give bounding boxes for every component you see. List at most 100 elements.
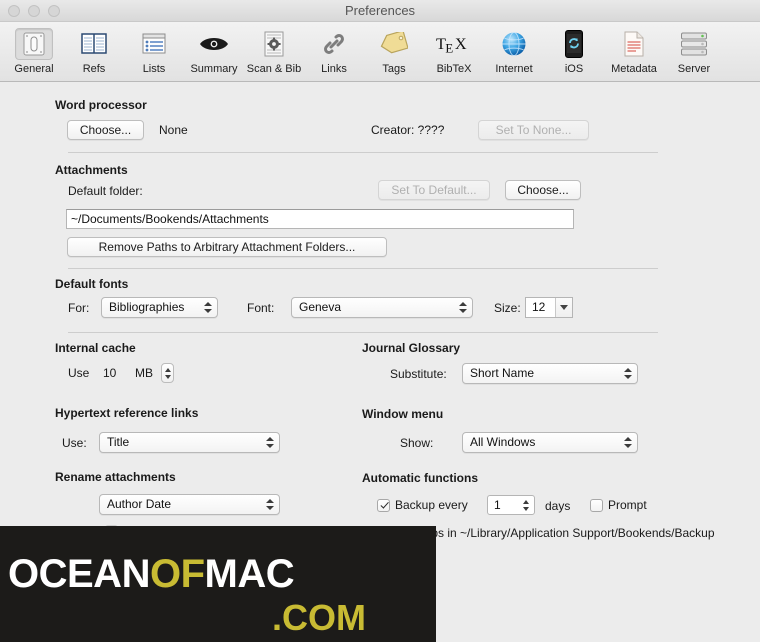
divider-attachments bbox=[68, 268, 658, 269]
attachments-choose-button[interactable]: Choose... bbox=[505, 180, 581, 200]
internal-cache-stepper[interactable] bbox=[161, 363, 174, 383]
section-heading-journal-glossary: Journal Glossary bbox=[362, 341, 461, 355]
word-processor-creator-label: Creator: ???? bbox=[371, 123, 445, 137]
section-heading-hypertext-reference-links: Hypertext reference links bbox=[55, 406, 199, 420]
toolbar-item-summary[interactable]: Summary bbox=[184, 26, 244, 75]
toolbar-label-ios: iOS bbox=[564, 63, 584, 75]
watermark-word-ocean: OCEAN bbox=[8, 552, 150, 596]
checkbox-box-icon bbox=[590, 498, 603, 512]
iphone-sync-icon bbox=[555, 28, 593, 60]
toolbar-label-server: Server bbox=[677, 63, 711, 75]
journal-glossary-substitute-value: Short Name bbox=[470, 366, 535, 380]
watermark-word-mac: MAC bbox=[204, 552, 295, 596]
journal-glossary-substitute-select[interactable]: Short Name bbox=[462, 363, 638, 384]
toolbar-label-bibtex: BibTeX bbox=[436, 63, 472, 75]
list-lines-icon bbox=[135, 28, 173, 60]
toolbar-item-ios[interactable]: iOS bbox=[544, 26, 604, 75]
toolbar-item-general[interactable]: General bbox=[4, 26, 64, 75]
svg-text:T: T bbox=[436, 34, 446, 53]
window-menu-show-label: Show: bbox=[400, 436, 434, 450]
rename-attachments-pattern-value: Author Date bbox=[107, 497, 172, 511]
word-processor-choose-button[interactable]: Choose... bbox=[67, 120, 144, 140]
default-fonts-size-combo[interactable]: 12 bbox=[525, 297, 573, 318]
divider-default-fonts bbox=[68, 332, 658, 333]
journal-glossary-substitute-label: Substitute: bbox=[390, 367, 447, 381]
chain-link-icon bbox=[315, 28, 353, 60]
chevron-down-icon[interactable] bbox=[555, 298, 572, 317]
default-fonts-size-label: Size: bbox=[494, 301, 521, 315]
rename-attachments-pattern-select[interactable]: Author Date bbox=[99, 494, 280, 515]
toolbar-item-scan-and-bib[interactable]: Scan & Bib bbox=[244, 26, 304, 75]
toolbar-label-lists: Lists bbox=[142, 63, 166, 75]
backup-prompt-checkbox[interactable]: Prompt bbox=[590, 498, 647, 512]
backup-prompt-label: Prompt bbox=[608, 498, 647, 512]
chevron-updown-icon bbox=[458, 298, 467, 317]
tag-icon bbox=[375, 28, 413, 60]
eye-icon bbox=[195, 28, 233, 60]
default-fonts-size-value: 12 bbox=[532, 300, 546, 314]
chevron-updown-icon bbox=[203, 298, 212, 317]
default-fonts-font-label: Font: bbox=[247, 301, 275, 315]
default-fonts-font-select[interactable]: Geneva bbox=[291, 297, 473, 318]
toolbar-label-refs: Refs bbox=[82, 63, 106, 75]
section-heading-word-processor: Word processor bbox=[55, 98, 147, 112]
checkbox-box-icon bbox=[377, 498, 390, 512]
chevron-updown-icon bbox=[623, 364, 632, 383]
open-book-icon bbox=[75, 28, 113, 60]
toolbar-item-metadata[interactable]: Metadata bbox=[604, 26, 664, 75]
window-menu-show-select[interactable]: All Windows bbox=[462, 432, 638, 453]
hypertext-links-use-value: Title bbox=[107, 435, 130, 449]
toolbar-item-internet[interactable]: Internet bbox=[484, 26, 544, 75]
window-menu-show-value: All Windows bbox=[470, 435, 536, 449]
chevron-updown-icon bbox=[623, 433, 632, 452]
hypertext-links-use-select[interactable]: Title bbox=[99, 432, 280, 453]
document-lines-icon bbox=[615, 28, 653, 60]
toolbar-item-bibtex[interactable]: T E X BibTeX bbox=[424, 26, 484, 75]
svg-text:X: X bbox=[455, 34, 467, 53]
attachments-remove-paths-button[interactable]: Remove Paths to Arbitrary Attachment Fol… bbox=[67, 237, 387, 257]
chevron-updown-icon bbox=[265, 433, 274, 452]
toolbar-label-internet: Internet bbox=[495, 63, 533, 75]
section-heading-automatic-functions: Automatic functions bbox=[362, 471, 478, 485]
server-stack-icon bbox=[675, 28, 713, 60]
hypertext-links-use-label: Use: bbox=[62, 436, 87, 450]
toolbar-item-tags[interactable]: Tags bbox=[364, 26, 424, 75]
word-processor-current-value: None bbox=[159, 123, 188, 137]
default-fonts-for-value: Bibliographies bbox=[109, 300, 185, 314]
backup-days-unit-label: days bbox=[545, 499, 571, 513]
attachments-folder-path-input[interactable]: ~/Documents/Bookends/Attachments bbox=[66, 209, 574, 229]
section-heading-rename-attachments: Rename attachments bbox=[55, 470, 176, 484]
toolbar-label-tags: Tags bbox=[382, 63, 406, 75]
toolbar-item-lists[interactable]: Lists bbox=[124, 26, 184, 75]
backup-every-checkbox[interactable]: Backup every bbox=[377, 498, 468, 512]
toolbar-label-metadata: Metadata bbox=[611, 63, 657, 75]
window-titlebar: Preferences bbox=[0, 0, 760, 22]
toolbar-item-links[interactable]: Links bbox=[304, 26, 364, 75]
section-heading-default-fonts: Default fonts bbox=[55, 277, 129, 291]
document-gear-icon bbox=[255, 28, 293, 60]
watermark-word-of: OF bbox=[149, 552, 205, 596]
word-processor-set-to-none-button[interactable]: Set To None... bbox=[478, 120, 589, 140]
backup-days-input[interactable]: 1 bbox=[487, 495, 535, 515]
internal-cache-unit-label: MB bbox=[135, 366, 153, 380]
default-fonts-for-label: For: bbox=[68, 301, 90, 315]
toolbar-label-scan-and-bib: Scan & Bib bbox=[246, 63, 302, 75]
attachments-default-folder-label: Default folder: bbox=[68, 184, 143, 198]
internal-cache-value[interactable]: 10 bbox=[103, 366, 116, 380]
tex-logo-icon: T E X bbox=[435, 28, 473, 60]
toolbar-label-summary: Summary bbox=[190, 63, 238, 75]
watermark-line-2: .COM bbox=[272, 597, 366, 638]
watermark-overlay: OCEANOFMAC .COM bbox=[0, 526, 436, 642]
toolbar-label-general: General bbox=[14, 63, 54, 75]
svg-text:E: E bbox=[445, 42, 453, 56]
backup-days-stepper[interactable] bbox=[520, 497, 531, 513]
toolbar-item-server[interactable]: Server bbox=[664, 26, 724, 75]
toolbar-item-refs[interactable]: Refs bbox=[64, 26, 124, 75]
backups-location-label: Backups in ~/Library/Application Support… bbox=[398, 526, 715, 540]
attachments-set-to-default-button[interactable]: Set To Default... bbox=[378, 180, 490, 200]
internal-cache-use-label: Use bbox=[68, 366, 90, 380]
section-heading-attachments: Attachments bbox=[55, 163, 128, 177]
window-title: Preferences bbox=[344, 3, 416, 18]
toolbar-label-links: Links bbox=[321, 63, 347, 75]
default-fonts-for-select[interactable]: Bibliographies bbox=[101, 297, 218, 318]
